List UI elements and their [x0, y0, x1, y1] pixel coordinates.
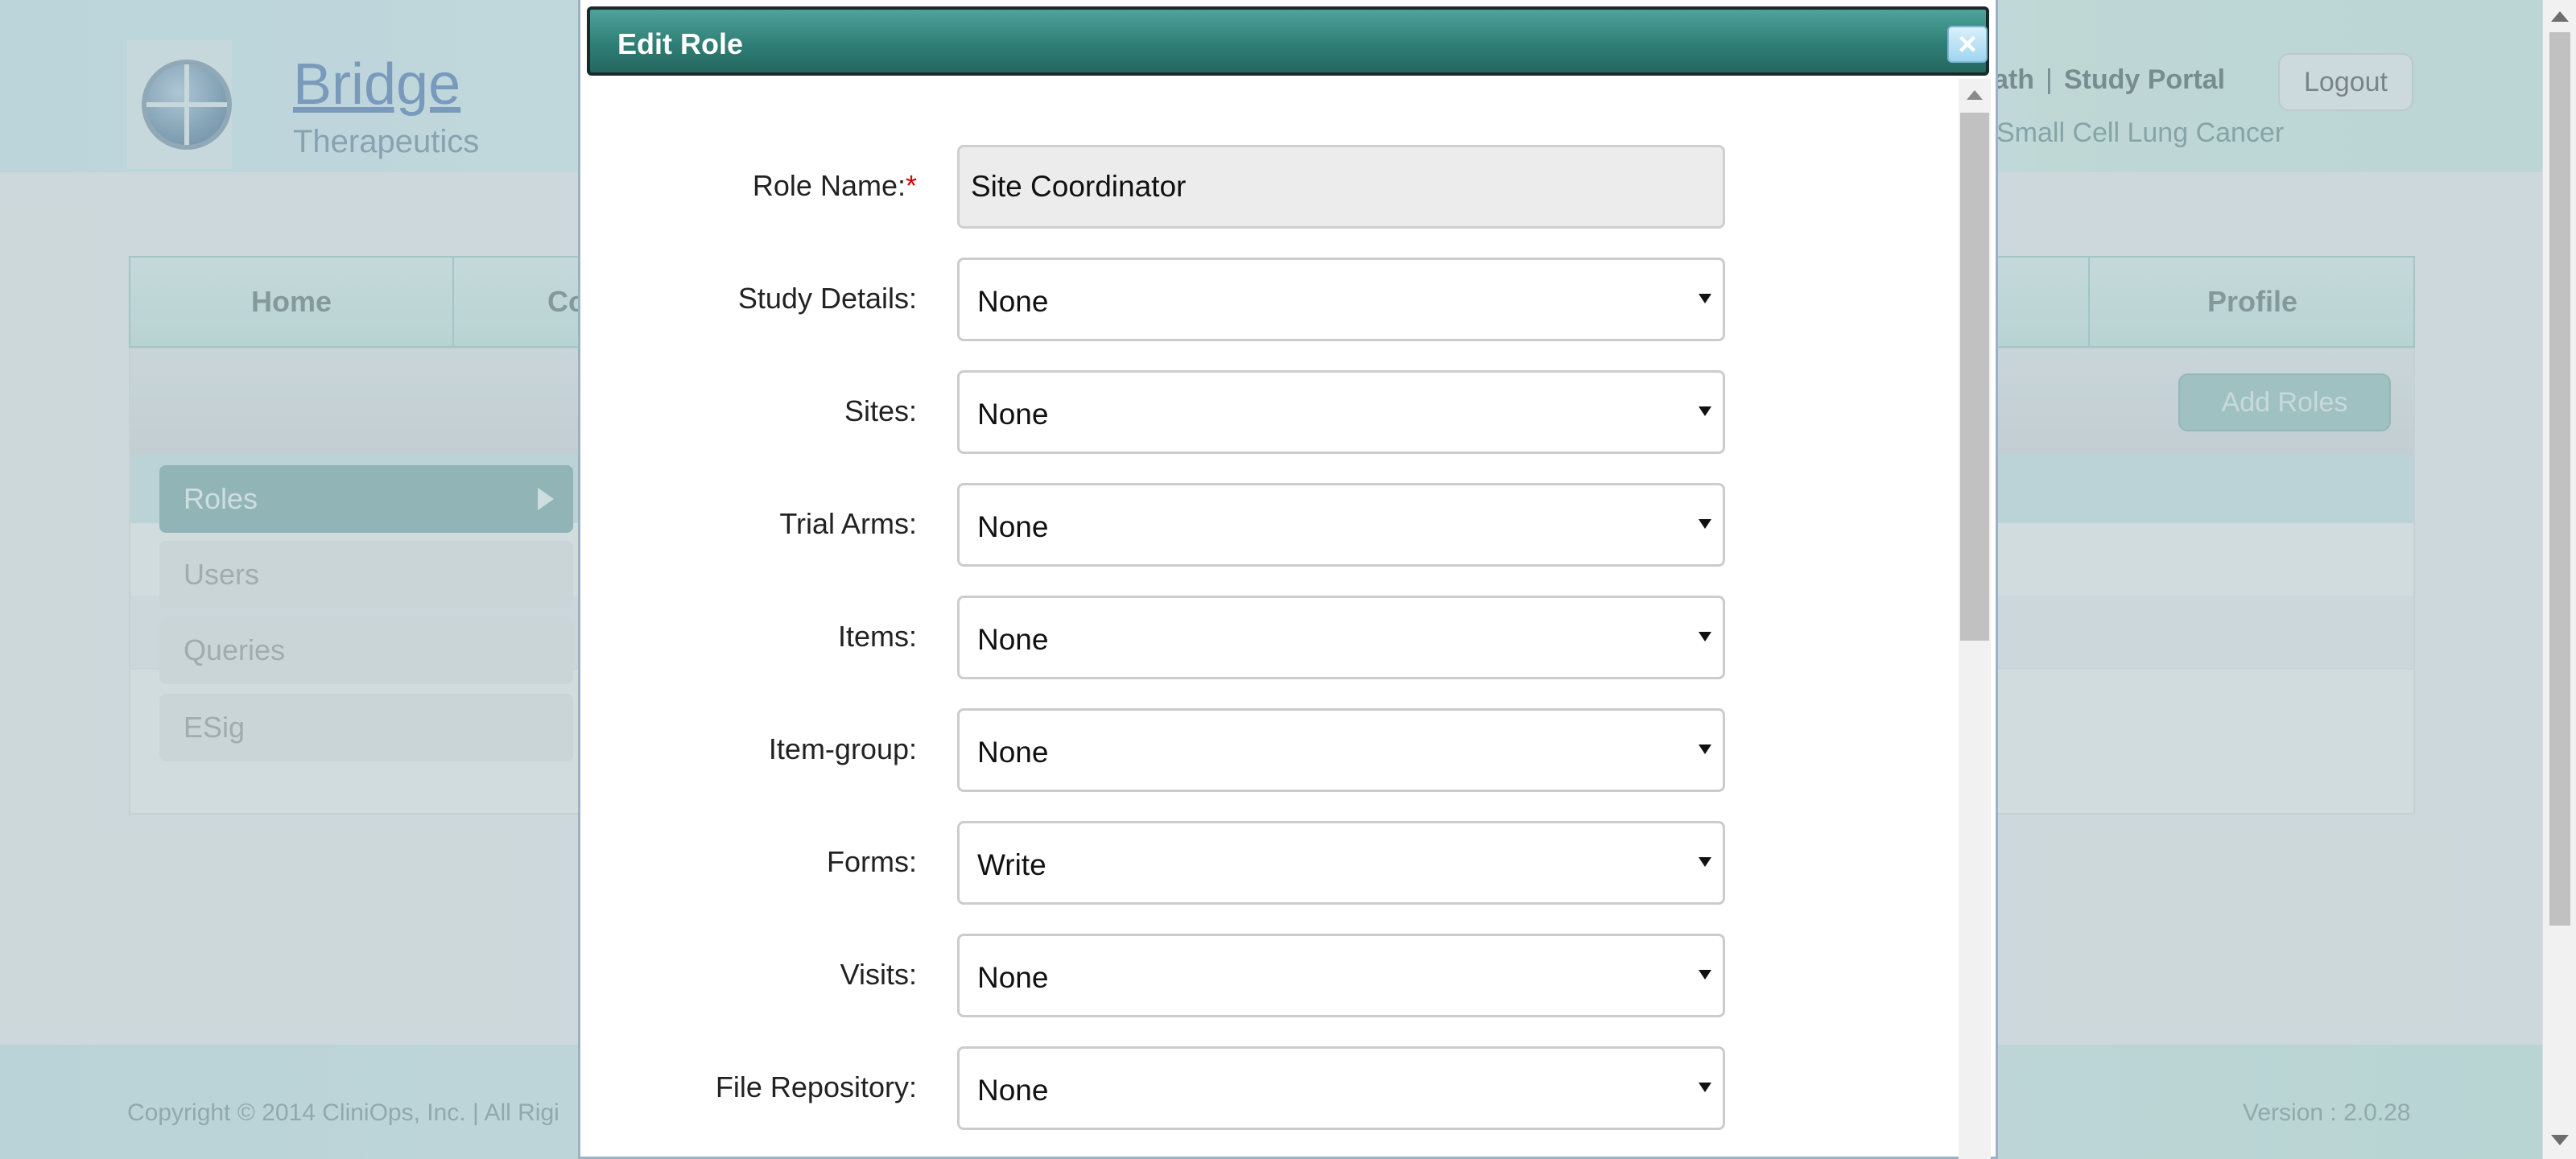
item-group-label: Item-group:	[768, 732, 917, 765]
study-details-label: Study Details:	[737, 282, 917, 315]
scroll-up-icon[interactable]	[2551, 11, 2569, 22]
forms-select[interactable]: Write	[957, 821, 1725, 905]
select-value: None	[977, 961, 1049, 994]
sites-label: Sites:	[844, 394, 917, 427]
sites-select[interactable]: None	[957, 370, 1725, 454]
study-details-select[interactable]: None	[957, 258, 1725, 341]
select-value: None	[977, 1074, 1049, 1107]
chevron-down-icon	[1699, 1083, 1711, 1092]
scroll-down-icon[interactable]	[2551, 1135, 2569, 1145]
select-value: Write	[977, 848, 1046, 881]
chevron-down-icon	[1699, 970, 1711, 980]
scroll-up-icon[interactable]	[1967, 90, 1983, 100]
file-repository-select[interactable]: None	[957, 1046, 1725, 1130]
dialog-title-bar[interactable]: Edit Role ×	[587, 6, 1989, 76]
scrollbar-thumb[interactable]	[2549, 32, 2570, 926]
required-marker: *	[905, 169, 917, 202]
role-name-label-text: Role Name:	[752, 169, 906, 202]
chevron-down-icon	[1699, 294, 1711, 303]
chevron-down-icon	[1699, 632, 1711, 641]
chevron-down-icon	[1699, 406, 1711, 416]
chevron-down-icon	[1699, 744, 1711, 754]
forms-label: Forms:	[827, 845, 917, 878]
select-value: None	[977, 510, 1049, 543]
dialog-title: Edit Role	[617, 27, 744, 60]
page-scrollbar[interactable]	[2542, 0, 2576, 1159]
select-value: None	[977, 736, 1049, 769]
chevron-down-icon	[1699, 857, 1711, 867]
role-name-label: Role Name:*	[753, 169, 917, 203]
close-icon[interactable]: ×	[1947, 26, 1988, 63]
select-value: None	[977, 285, 1049, 318]
visits-select[interactable]: None	[957, 934, 1725, 1017]
edit-role-dialog: Edit Role × Role Name:* Study Details: N…	[578, 0, 1998, 1159]
role-name-input[interactable]	[957, 145, 1725, 229]
dialog-scrollbar[interactable]	[1959, 79, 1991, 1159]
item-group-select[interactable]: None	[957, 708, 1725, 792]
items-label: Items:	[837, 620, 917, 653]
trial-arms-label: Trial Arms:	[779, 507, 917, 540]
dialog-body: Role Name:* Study Details: None Sites: N…	[585, 79, 1963, 1159]
select-value: None	[977, 398, 1049, 431]
scrollbar-thumb[interactable]	[1960, 113, 1989, 641]
items-select[interactable]: None	[957, 596, 1725, 679]
trial-arms-select[interactable]: None	[957, 483, 1725, 567]
visits-label: Visits:	[840, 958, 917, 991]
file-repository-label: File Repository:	[715, 1070, 917, 1103]
chevron-down-icon	[1699, 519, 1711, 529]
select-value: None	[977, 623, 1049, 656]
